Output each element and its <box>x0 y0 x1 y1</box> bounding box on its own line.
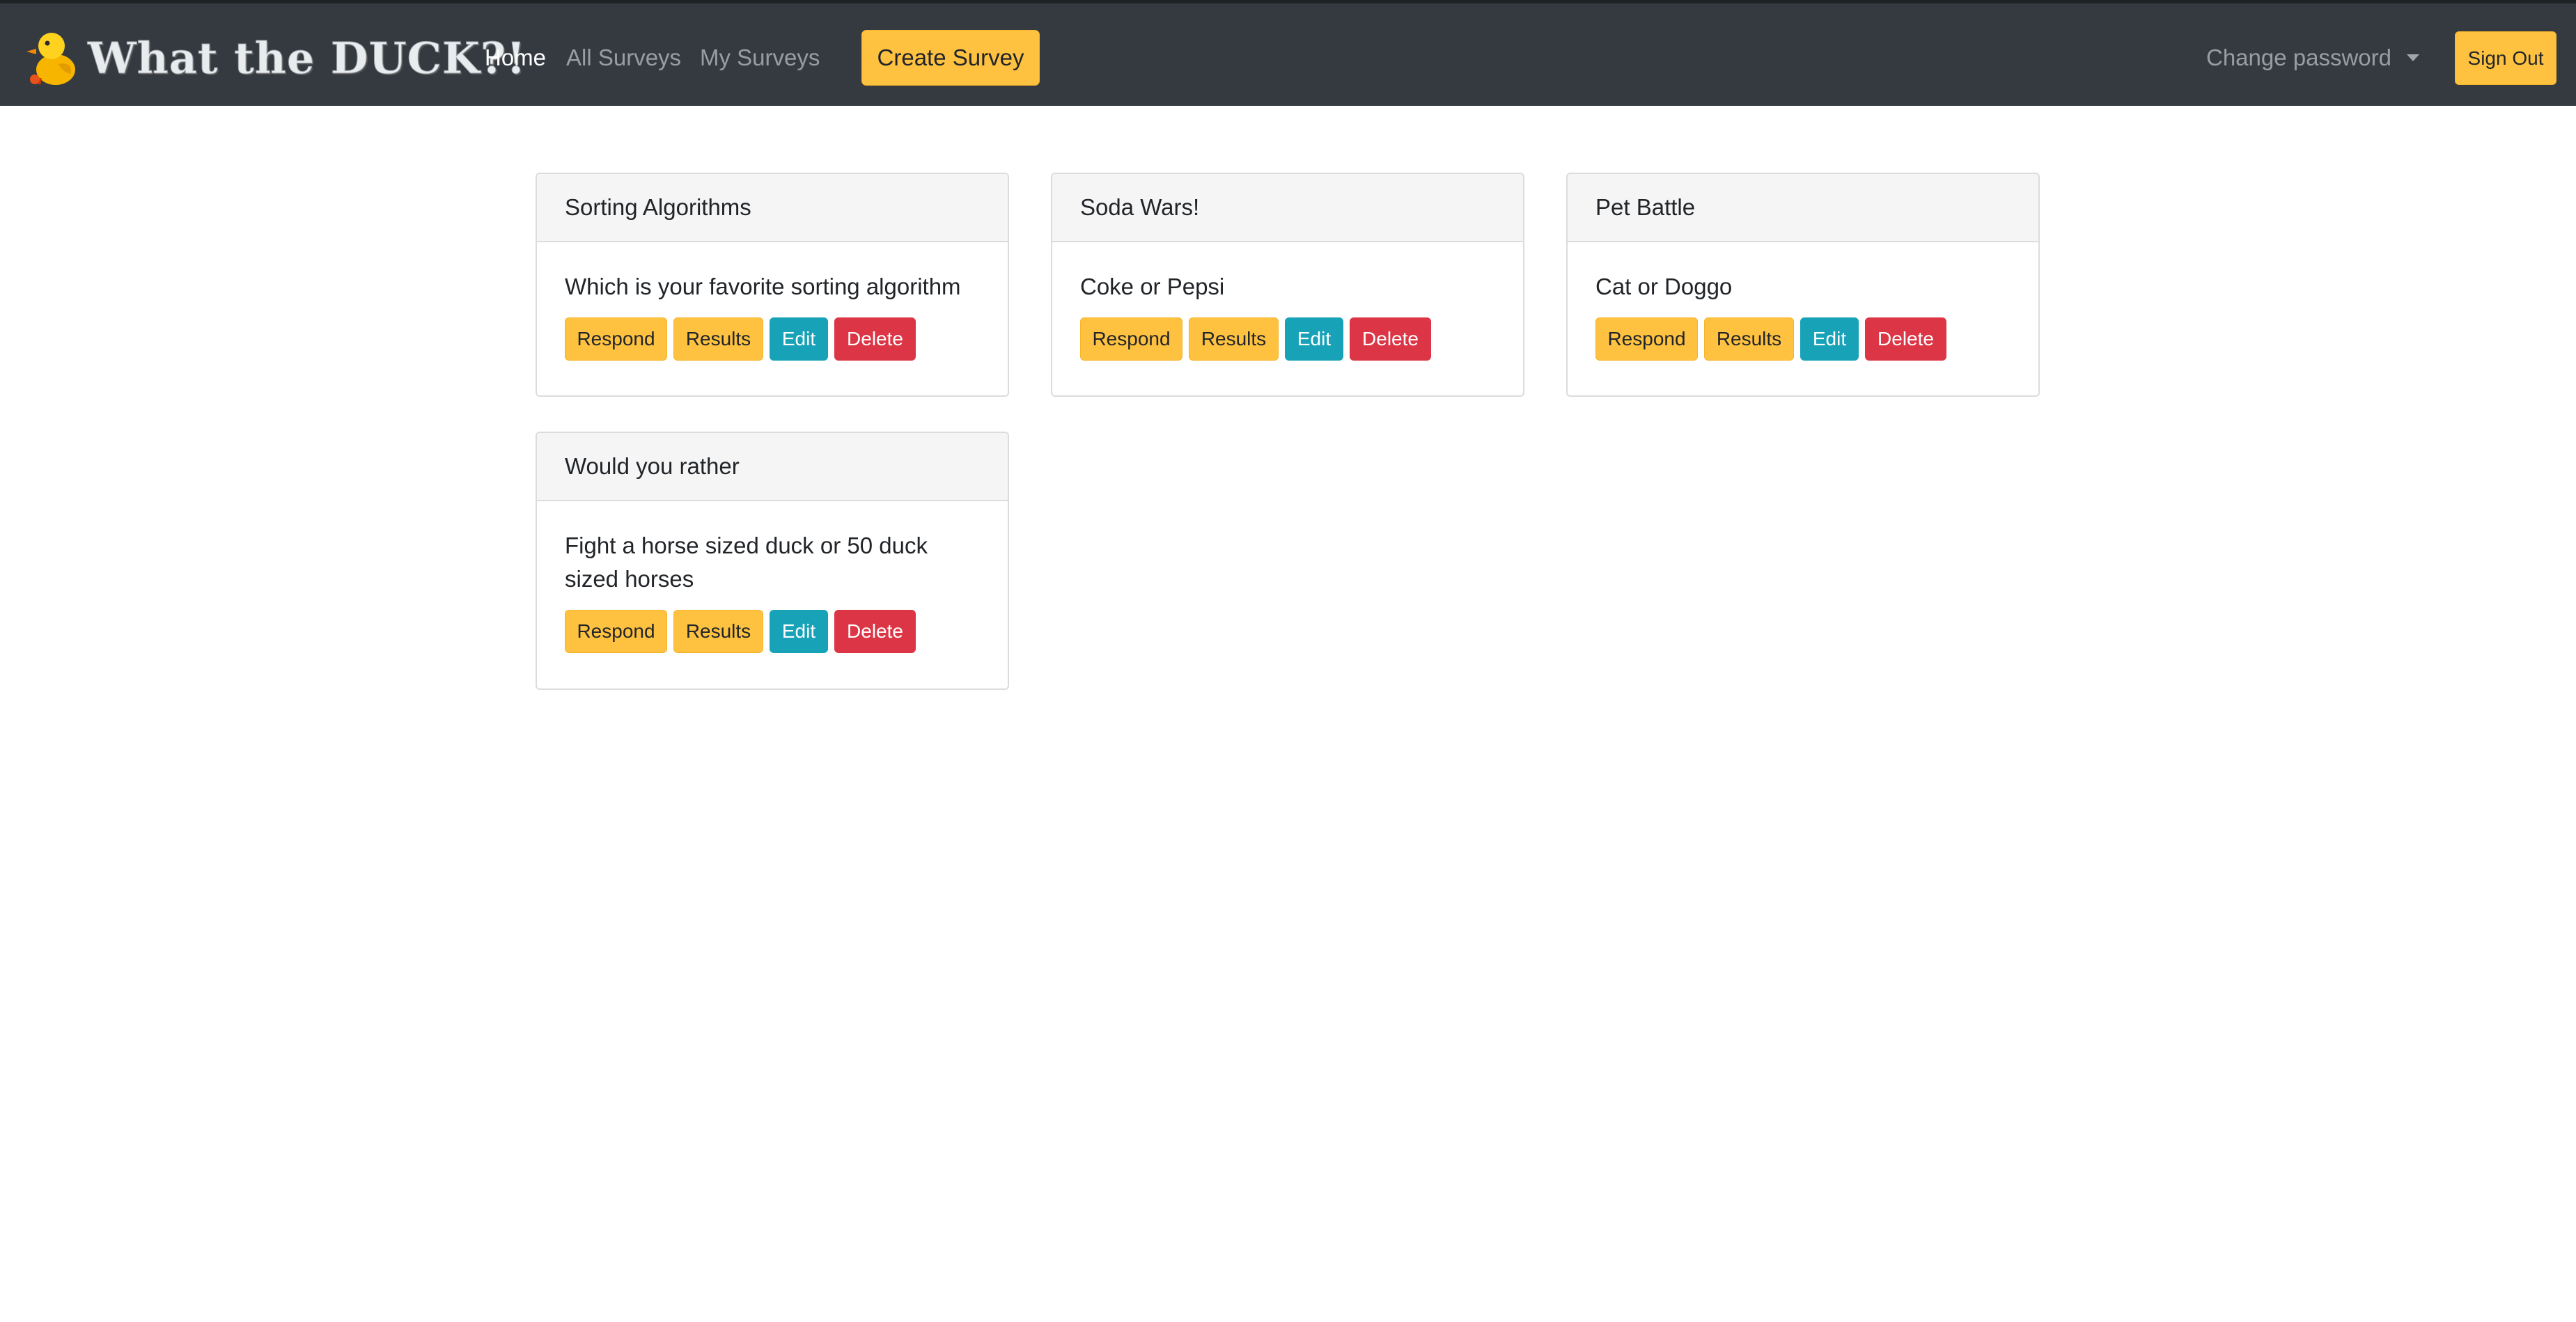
respond-button[interactable]: Respond <box>565 317 667 361</box>
survey-card-body: Cat or Doggo Respond Results Edit Delete <box>1568 242 2038 386</box>
survey-title: Sorting Algorithms <box>537 174 1008 242</box>
delete-button[interactable]: Delete <box>1865 317 1946 361</box>
survey-card: Pet Battle Cat or Doggo Respond Results … <box>1566 173 2040 397</box>
survey-question: Which is your favorite sorting algorithm <box>565 274 961 299</box>
top-navbar: What the DUCK?! Home All Surveys My Surv… <box>0 0 2576 106</box>
survey-title: Pet Battle <box>1568 174 2038 242</box>
brand[interactable]: What the DUCK?! <box>24 24 526 91</box>
survey-question: Coke or Pepsi <box>1080 274 1225 299</box>
edit-button[interactable]: Edit <box>770 317 828 361</box>
survey-card: Would you rather Fight a horse sized duc… <box>536 432 1009 690</box>
delete-button[interactable]: Delete <box>834 317 916 361</box>
sign-out-button[interactable]: Sign Out <box>2455 31 2557 85</box>
create-survey-button[interactable]: Create Survey <box>861 30 1040 86</box>
survey-title: Soda Wars! <box>1052 174 1523 242</box>
delete-button[interactable]: Delete <box>1350 317 1431 361</box>
respond-button[interactable]: Respond <box>1080 317 1182 361</box>
caret-down-icon <box>2407 54 2419 61</box>
survey-actions: Respond Results Edit Delete <box>565 610 980 653</box>
results-button[interactable]: Results <box>673 317 763 361</box>
survey-actions: Respond Results Edit Delete <box>1595 317 2011 361</box>
nav-link-my-surveys[interactable]: My Surveys <box>700 44 820 72</box>
survey-question: Cat or Doggo <box>1595 274 1733 299</box>
nav-link-all-surveys[interactable]: All Surveys <box>566 44 681 72</box>
results-button[interactable]: Results <box>1189 317 1279 361</box>
respond-button[interactable]: Respond <box>565 610 667 653</box>
survey-question: Fight a horse sized duck or 50 duck size… <box>565 533 928 592</box>
duck-icon <box>26 33 75 85</box>
survey-actions: Respond Results Edit Delete <box>1080 317 1495 361</box>
survey-card: Sorting Algorithms Which is your favorit… <box>536 173 1009 397</box>
edit-button[interactable]: Edit <box>1285 317 1343 361</box>
edit-button[interactable]: Edit <box>1800 317 1859 361</box>
change-password-dropdown[interactable]: Change password <box>2206 44 2419 72</box>
results-button[interactable]: Results <box>673 610 763 653</box>
survey-card-body: Coke or Pepsi Respond Results Edit Delet… <box>1052 242 1523 386</box>
respond-button[interactable]: Respond <box>1595 317 1698 361</box>
change-password-label: Change password <box>2206 45 2391 70</box>
survey-card-body: Which is your favorite sorting algorithm… <box>537 242 1008 386</box>
results-button[interactable]: Results <box>1704 317 1794 361</box>
nav-link-home[interactable]: Home <box>485 44 546 72</box>
survey-title: Would you rather <box>537 433 1008 501</box>
edit-button[interactable]: Edit <box>770 610 828 653</box>
survey-card: Soda Wars! Coke or Pepsi Respond Results… <box>1051 173 1524 397</box>
delete-button[interactable]: Delete <box>834 610 916 653</box>
survey-actions: Respond Results Edit Delete <box>565 317 980 361</box>
brand-title: What the DUCK?! <box>87 32 526 84</box>
survey-card-body: Fight a horse sized duck or 50 duck size… <box>537 501 1008 678</box>
